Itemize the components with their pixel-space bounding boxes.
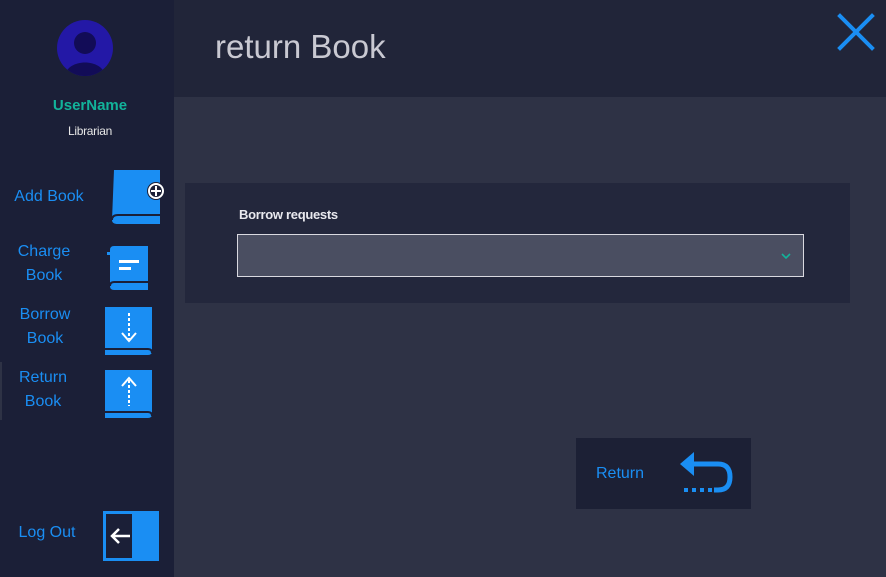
borrow-requests-label: Borrow requests: [239, 207, 338, 222]
sidebar-item-return-book[interactable]: Return Book: [0, 362, 174, 420]
chevron-down-icon: [781, 253, 791, 260]
close-button[interactable]: [836, 12, 876, 52]
user-avatar-icon: [57, 20, 113, 76]
borrow-book-icon: [105, 305, 155, 362]
sidebar-item-label: Charge Book: [17, 243, 71, 284]
sidebar-item-add-book[interactable]: Add Book: [0, 168, 174, 228]
page-title: return Book: [215, 28, 386, 65]
sidebar-item-label: Add Book: [14, 188, 84, 205]
return-book-icon: [105, 368, 155, 425]
sidebar: UserName Librarian Add Book Charge Book: [0, 0, 174, 577]
borrow-requests-panel: Borrow requests: [185, 183, 850, 303]
undo-arrow-icon: [680, 452, 733, 493]
logout-icon: [102, 510, 160, 567]
sidebar-item-borrow-book[interactable]: Borrow Book: [0, 303, 174, 359]
logout-button[interactable]: Log Out: [0, 508, 174, 564]
logout-label: Log Out: [18, 524, 76, 541]
charge-book-icon: [107, 246, 151, 297]
borrow-requests-select[interactable]: [237, 234, 804, 277]
user-role: Librarian: [68, 124, 112, 138]
username: UserName: [52, 97, 128, 114]
active-indicator: [0, 362, 2, 420]
sidebar-item-label: Return Book: [18, 369, 68, 410]
return-button[interactable]: Return: [576, 438, 751, 509]
return-button-label: Return: [596, 465, 645, 482]
sidebar-item-label: Borrow Book: [19, 306, 71, 347]
header: return Book: [174, 0, 886, 97]
close-icon: [837, 13, 875, 51]
sidebar-item-charge-book[interactable]: Charge Book: [0, 240, 174, 296]
add-book-icon: [110, 170, 168, 235]
